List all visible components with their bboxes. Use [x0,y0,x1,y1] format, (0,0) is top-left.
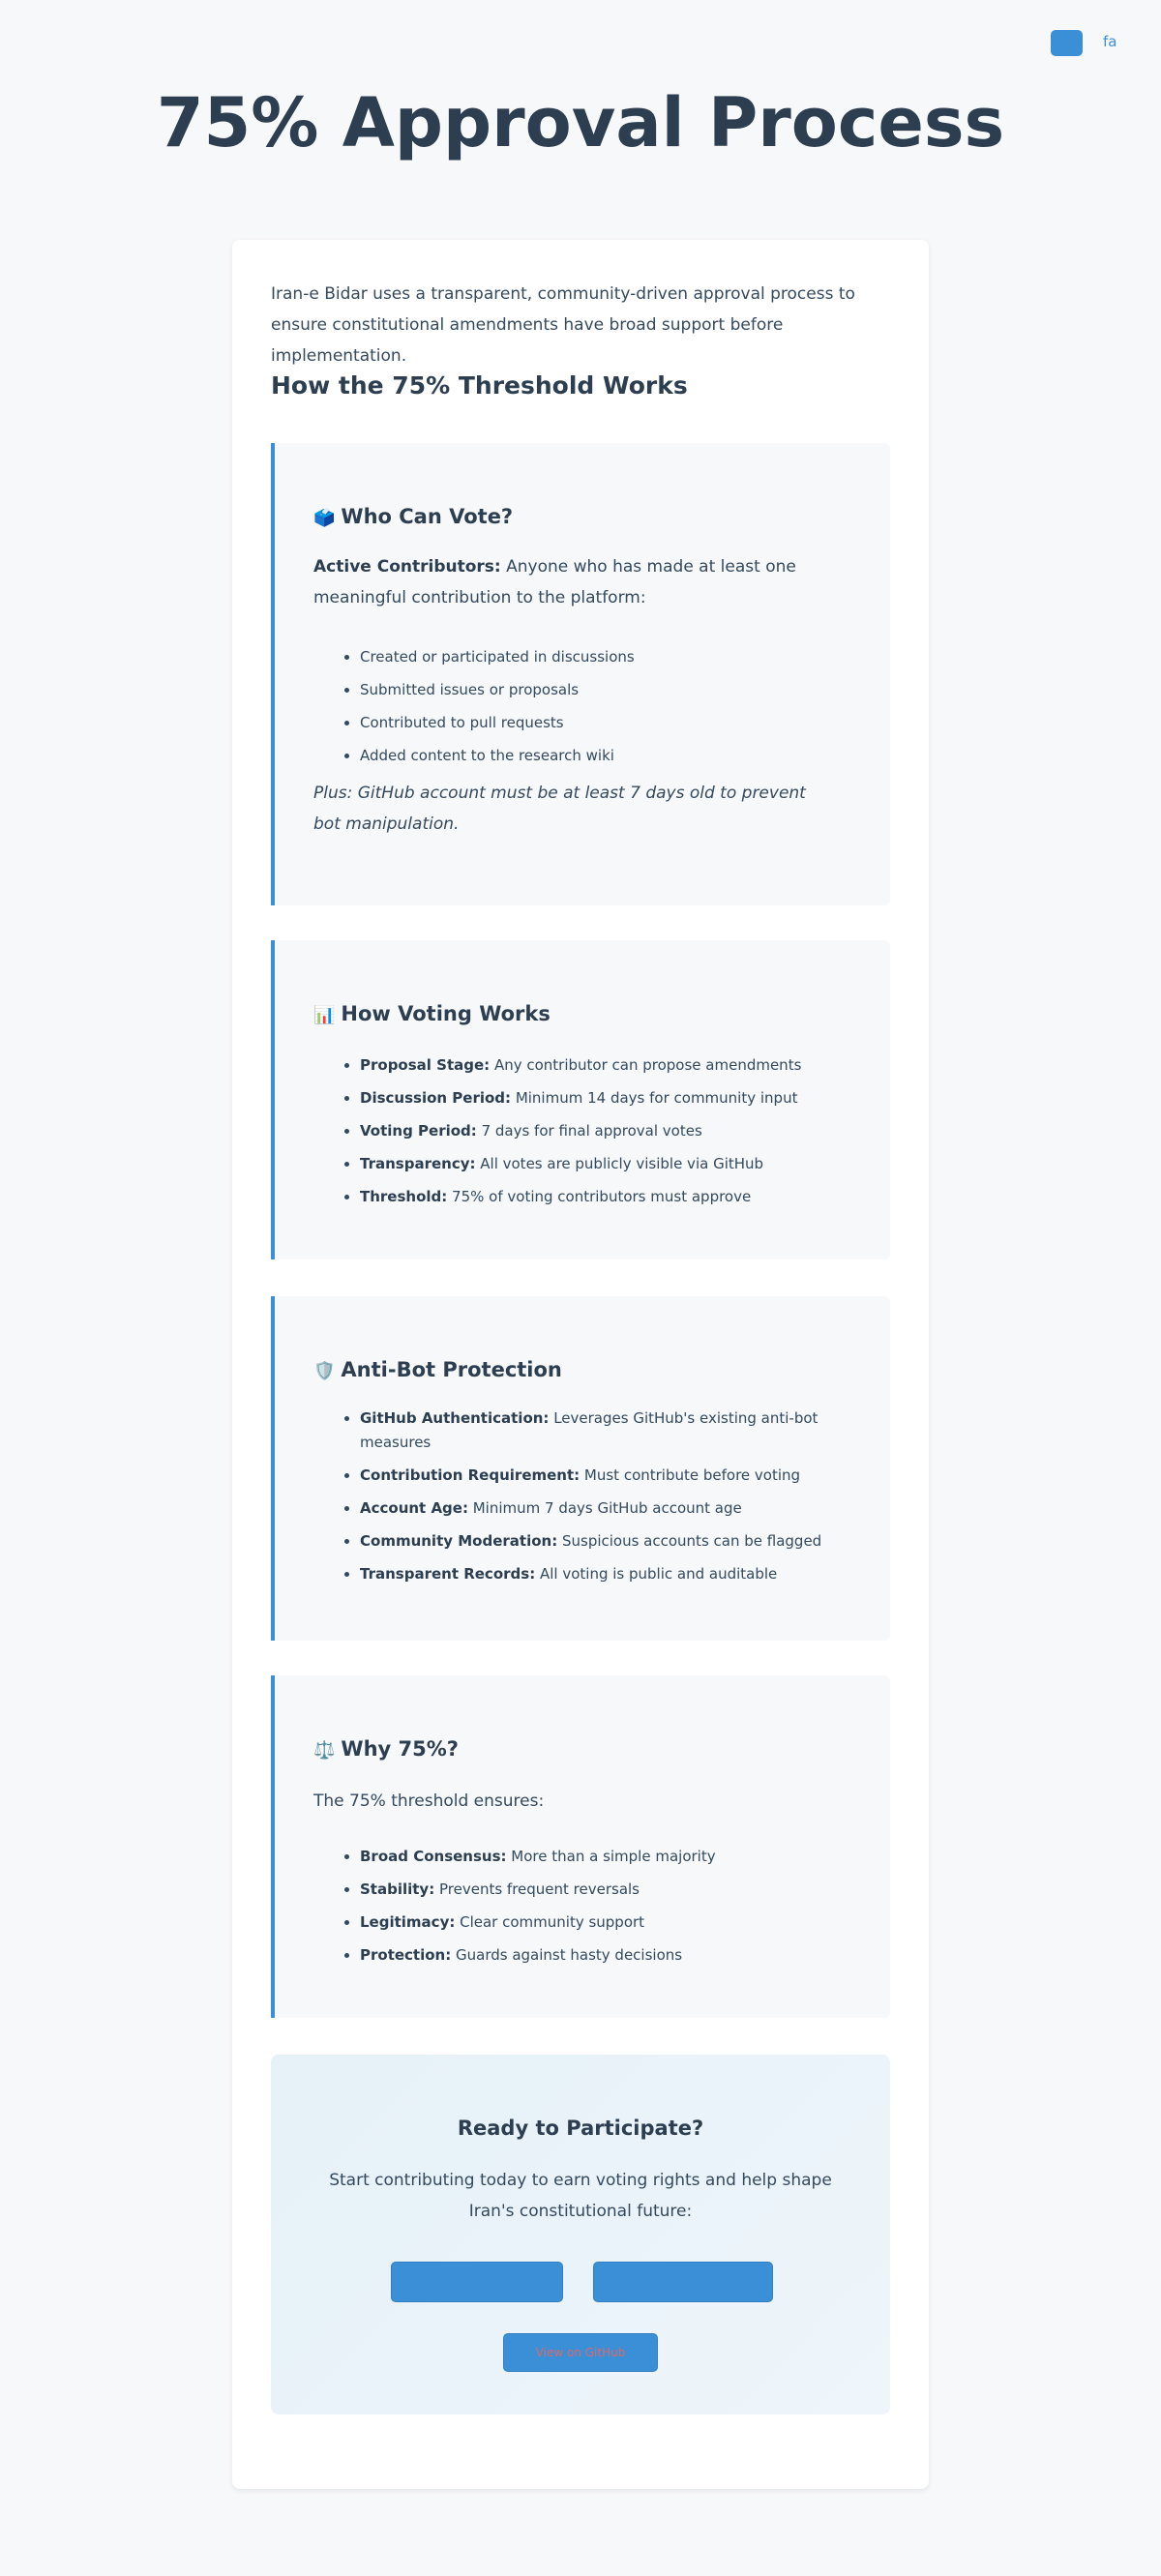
list-item: Added content to the research wiki [360,739,863,772]
how-voting-works-title-text: How Voting Works [341,1002,551,1025]
section-title: How the 75% Threshold Works [271,371,688,400]
item-text: Guards against hasty decisions [451,1946,683,1964]
item-label: Threshold: [360,1188,448,1205]
list-item: Proposal Stage: Any contributor can prop… [360,1049,863,1081]
scales-icon: ⚖️ [313,1740,336,1761]
list-item: Protection: Guards against hasty decisio… [360,1939,863,1971]
anti-bot-title-text: Anti-Bot Protection [341,1358,562,1381]
list-item: Community Moderation: Suspicious account… [360,1529,863,1554]
active-contributors-text: Active Contributors: Anyone who has made… [313,551,836,613]
item-text: 7 days for final approval votes [476,1122,702,1140]
item-text: Minimum 14 days for community input [511,1089,798,1107]
list-item: Contribution Requirement: Must contribut… [360,1464,863,1488]
ballot-box-icon: 🗳️ [313,508,336,528]
item-label: Stability: [360,1880,435,1898]
intro-text: Iran-e Bidar uses a transparent, communi… [271,284,855,366]
bar-chart-icon: 📊 [313,1005,336,1025]
how-voting-works-title: 📊 How Voting Works [313,1002,551,1025]
list-item: Account Age: Minimum 7 days GitHub accou… [360,1496,863,1521]
page-title: 75% Approval Process [156,83,1005,163]
anti-bot-title: 🛡️ Anti-Bot Protection [313,1358,562,1381]
list-item: Contributed to pull requests [360,706,863,739]
how-voting-works-list: Proposal Stage: Any contributor can prop… [313,1049,863,1213]
cta-secondary-button[interactable] [593,2262,773,2302]
who-can-vote-title-text: Who Can Vote? [341,505,514,528]
item-text: Minimum 7 days GitHub account age [467,1499,742,1517]
item-text: 75% of voting contributors must approve [447,1188,752,1205]
item-text: Suspicious accounts can be flagged [557,1532,822,1550]
item-text: All votes are publicly visible via GitHu… [475,1155,764,1172]
who-can-vote-title: 🗳️ Who Can Vote? [313,505,513,528]
account-age-note: Plus: GitHub account must be at least 7 … [313,784,806,834]
why-75-list: Broad Consensus: More than a simple majo… [313,1840,863,1971]
list-item: Created or participated in discussions [360,640,863,673]
who-can-vote-list: Created or participated in discussions S… [313,640,863,772]
shield-icon: 🛡️ [313,1361,336,1381]
who-can-vote-box: 🗳️ Who Can Vote? Active Contributors: Any… [271,443,890,905]
item-label: GitHub Authentication: [360,1409,550,1427]
how-voting-works-box: 📊How Voting Works Proposal Stage: Any co… [271,940,890,1259]
why-75-lead: The 75% threshold ensures: [313,1791,545,1811]
list-item: Transparent Records: All voting is publi… [360,1562,863,1586]
item-label: Broad Consensus: [360,1848,507,1865]
cta-title: Ready to Participate? [457,2117,704,2140]
item-text: Must contribute before voting [580,1466,801,1484]
item-label: Community Moderation: [360,1532,558,1550]
item-text: All voting is public and auditable [535,1565,778,1583]
cta-text: Start contributing today to earn voting … [329,2171,832,2221]
item-label: Protection: [360,1946,452,1964]
list-item: GitHub Authentication: Leverages GitHub'… [360,1406,863,1455]
item-label: Transparency: [360,1155,476,1172]
top-bar: fa [0,29,1161,58]
active-contributors-label: Active Contributors: [313,557,501,577]
language-link-fa[interactable]: fa [1103,33,1116,50]
item-label: Account Age: [360,1499,468,1517]
item-label: Voting Period: [360,1122,477,1140]
item-text: Any contributor can propose amendments [490,1056,802,1074]
cta-primary-button[interactable] [391,2262,563,2302]
list-item: Broad Consensus: More than a simple majo… [360,1840,863,1873]
cta-github-button[interactable]: View on GitHub [503,2333,658,2372]
list-item: Voting Period: 7 days for final approval… [360,1114,863,1147]
list-item: Transparency: All votes are publicly vis… [360,1147,863,1180]
list-item: Stability: Prevents frequent reversals [360,1873,863,1906]
why-75-box: ⚖️Why 75%? The 75% threshold ensures: Br… [271,1675,890,2018]
list-item: Legitimacy: Clear community support [360,1906,863,1939]
cta-box: Ready to Participate? Start contributing… [271,2055,890,2414]
anti-bot-box: 🛡️Anti-Bot Protection GitHub Authenticat… [271,1296,890,1641]
item-label: Transparent Records: [360,1565,536,1583]
item-text: Clear community support [455,1913,645,1931]
item-label: Proposal Stage: [360,1056,491,1074]
item-label: Discussion Period: [360,1089,512,1107]
item-text: Prevents frequent reversals [434,1880,640,1898]
why-75-title: ⚖️ Why 75%? [313,1737,459,1761]
list-item: Discussion Period: Minimum 14 days for c… [360,1081,863,1114]
item-label: Legitimacy: [360,1913,456,1931]
language-toggle-button[interactable] [1051,30,1083,56]
list-item: Threshold: 75% of voting contributors mu… [360,1180,863,1213]
why-75-title-text: Why 75%? [341,1737,459,1761]
item-text: More than a simple majority [506,1848,716,1865]
content-card: Iran-e Bidar uses a transparent, communi… [232,240,929,2489]
anti-bot-list: GitHub Authentication: Leverages GitHub'… [313,1406,863,1586]
item-label: Contribution Requirement: [360,1466,580,1484]
list-item: Submitted issues or proposals [360,673,863,706]
